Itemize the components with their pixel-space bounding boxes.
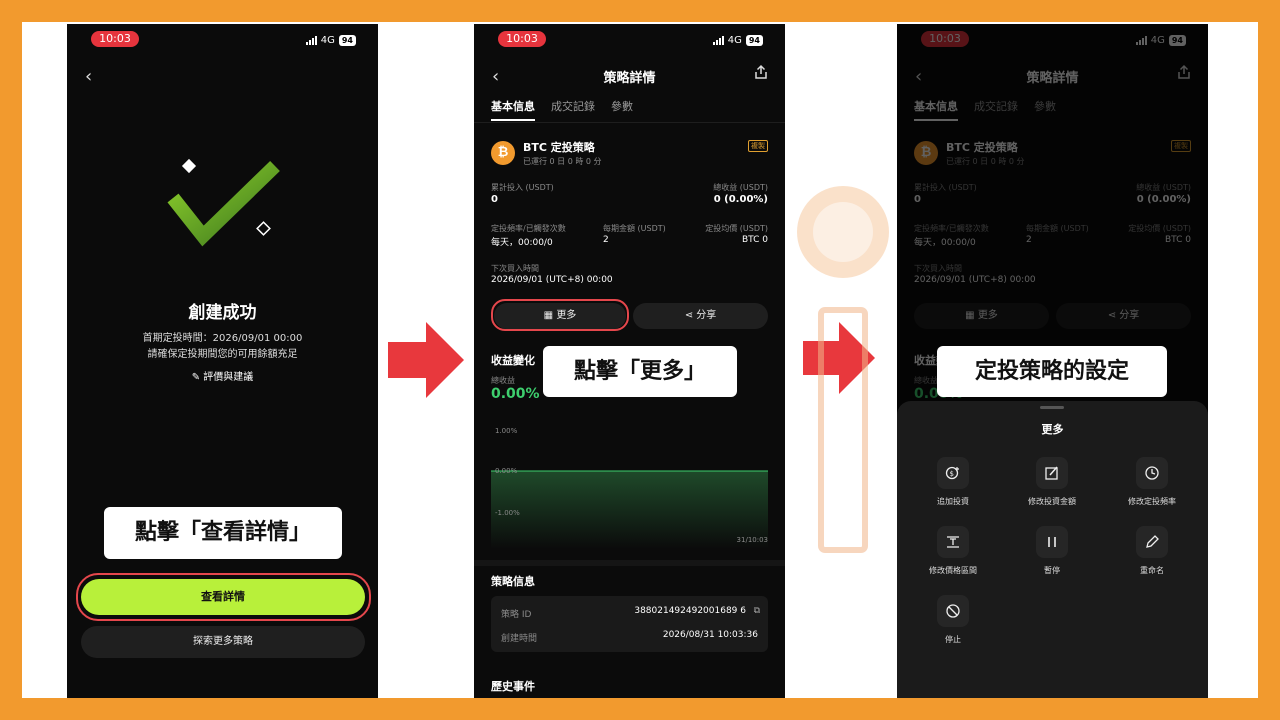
share-label: 分享	[696, 310, 717, 321]
explore-strategies-button[interactable]: 探索更多策略	[81, 626, 365, 658]
feedback-label: 評價與建議	[203, 372, 254, 383]
phone-success-screen: 10:03 4G 94 ‹ 創建成功 首期定投時間：2026/09/01 00:…	[67, 24, 378, 698]
status-bar: 10:03 4G 94	[67, 24, 378, 52]
battery-icon: 94	[338, 35, 356, 46]
range-icon	[937, 526, 969, 558]
y-tick: 1.00%	[495, 427, 518, 435]
sheet-title: 更多	[1041, 423, 1064, 436]
x-tick: 31/10:03	[736, 536, 768, 544]
action-rename[interactable]: 重命名	[1107, 526, 1197, 576]
avg-price-label: 定投均價 (USDT)	[705, 224, 768, 233]
share-small-icon: ⋖	[684, 310, 694, 321]
stop-icon	[937, 595, 969, 627]
share-button[interactable]: ⋖ 分享	[633, 303, 768, 329]
profit-pct: 0.00%	[491, 386, 540, 402]
action-stop[interactable]: 停止	[908, 595, 998, 645]
tab-basic-info[interactable]: 基本信息	[491, 98, 535, 121]
clock-icon	[1136, 457, 1168, 489]
share-icon[interactable]	[753, 64, 769, 80]
signal-icon	[712, 36, 724, 45]
action-label: 停止	[945, 635, 961, 644]
more-bottom-sheet: 更多 $ 追加投資 修改投資金額 修改定投頻率 修改價格區間 暫停 重命名 停止	[897, 401, 1208, 698]
success-check-icon	[167, 158, 280, 247]
action-label: 重命名	[1140, 566, 1164, 575]
cumulative-label: 累計投入 (USDT)	[491, 183, 554, 192]
copy-tag[interactable]: 複製	[748, 140, 768, 152]
strategy-info-card: 策略 ID 388021492492001689 6 ⧉ 創建時間 2026/0…	[491, 596, 768, 652]
action-label: 修改價格區間	[929, 566, 977, 575]
amount-label: 每期金額 (USDT)	[603, 224, 666, 233]
action-pause[interactable]: 暫停	[1007, 526, 1097, 576]
running-time: 已運行 0 日 0 時 0 分	[523, 157, 602, 166]
back-icon[interactable]: ‹	[85, 66, 92, 87]
tab-parameters[interactable]: 參數	[611, 98, 633, 121]
total-profit-small-label: 總收益	[491, 376, 515, 385]
edit-box-icon	[1036, 457, 1068, 489]
action-label: 修改定投頻率	[1128, 497, 1176, 506]
balance-reminder: 請確保定投期間您的可用餘額充足	[147, 349, 298, 360]
profit-chart	[491, 470, 768, 549]
amount-value: 2	[603, 235, 609, 245]
page-title: 策略詳情	[603, 71, 656, 86]
action-label: 暫停	[1044, 566, 1060, 575]
action-label: 追加投資	[937, 497, 969, 506]
strategy-id-label: 策略 ID	[501, 610, 532, 620]
edit-icon: ✎	[191, 372, 201, 383]
sheet-grabber[interactable]	[1040, 406, 1064, 409]
total-profit-label: 總收益 (USDT)	[713, 183, 768, 192]
next-buy-value: 2026/09/01 (UTC+8) 00:00	[491, 275, 613, 285]
status-indicators: 4G 94	[712, 35, 763, 46]
strategy-name: BTC 定投策略	[523, 141, 595, 154]
action-edit-frequency[interactable]: 修改定投頻率	[1107, 457, 1197, 507]
status-bar: 10:03 4G 94	[474, 24, 785, 52]
cumulative-value: 0	[491, 194, 498, 205]
created-time-value: 2026/08/31 10:03:36	[662, 630, 758, 640]
pause-icon	[1036, 526, 1068, 558]
callout-view-details: 點擊「查看詳情」	[104, 507, 342, 559]
chart-area-fill	[491, 471, 768, 549]
battery-icon: 94	[745, 35, 763, 46]
status-time: 10:03	[498, 31, 546, 47]
tab-trade-records[interactable]: 成交記錄	[551, 98, 595, 121]
first-invest-time: 首期定投時間：2026/09/01 00:00	[142, 333, 303, 344]
section-divider	[474, 560, 785, 566]
signal-icon	[305, 36, 317, 45]
profit-section-title: 收益變化	[491, 354, 535, 367]
pen-icon	[1136, 526, 1168, 558]
callout-more: 點擊「更多」	[543, 346, 737, 397]
arrow-right-icon	[388, 322, 464, 398]
action-edit-price-range[interactable]: 修改價格區間	[908, 526, 998, 576]
svg-text:$: $	[950, 470, 954, 478]
y-tick: 0.00%	[495, 467, 518, 475]
highlight-ring	[76, 573, 371, 621]
success-title: 創建成功	[188, 303, 257, 323]
freq-value: 每天，00:00/0	[491, 238, 553, 248]
action-label: 修改投資金額	[1028, 497, 1076, 506]
next-buy-label: 下次買入時間	[491, 264, 539, 273]
divider	[474, 122, 785, 123]
coin-plus-icon: $	[937, 457, 969, 489]
btc-icon: ₿	[491, 141, 515, 165]
status-time: 10:03	[91, 31, 139, 47]
status-indicators: 4G 94	[305, 35, 356, 46]
action-add-investment[interactable]: $ 追加投資	[908, 457, 998, 507]
strategy-id-value: 388021492492001689 6	[634, 606, 746, 616]
tab-bar: 基本信息 成交記錄 參數	[491, 98, 633, 121]
action-edit-amount[interactable]: 修改投資金額	[1007, 457, 1097, 507]
feedback-link[interactable]: ✎ 評價與建議	[67, 368, 378, 383]
created-time-label: 創建時間	[501, 634, 538, 644]
freq-label: 定投頻率/已觸發次數	[491, 224, 566, 233]
callout-strategy-settings: 定投策略的設定	[937, 346, 1167, 397]
highlight-ring	[491, 299, 629, 331]
y-tick: -1.00%	[495, 509, 520, 517]
network-type: 4G	[727, 35, 742, 46]
strategy-info-title: 策略信息	[491, 575, 535, 588]
copy-icon[interactable]: ⧉	[754, 606, 760, 616]
watermark-logo	[797, 186, 889, 553]
total-profit-value: 0 (0.00%)	[713, 194, 768, 205]
avg-price-value: BTC 0	[741, 235, 768, 245]
network-type: 4G	[320, 35, 335, 46]
history-section-title: 歷史事件	[491, 680, 535, 693]
